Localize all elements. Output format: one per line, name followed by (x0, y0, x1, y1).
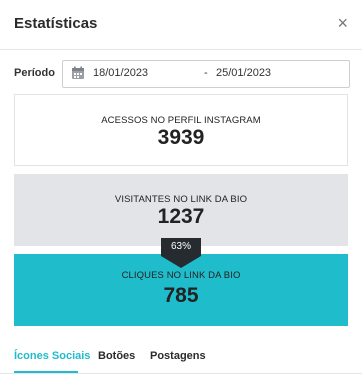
modal-title: Estatísticas (14, 15, 98, 32)
bio-clicks-label: CLIQUES NO LINK DA BIO (121, 270, 241, 281)
tab-social-icons[interactable]: Ícones Sociais (14, 350, 90, 362)
bio-visitors-card: VISITANTES NO LINK DA BIO 1237 (14, 174, 348, 246)
tab-divider (0, 373, 362, 374)
bio-clicks-value: 785 (163, 284, 199, 307)
bio-visitors-label: VISITANTES NO LINK DA BIO (114, 194, 248, 205)
date-range-input[interactable]: 18/01/2023 - 25/01/2023 (62, 60, 350, 88)
date-separator: - (204, 67, 208, 79)
profile-access-value: 3939 (157, 126, 205, 149)
calendar-icon (72, 66, 84, 79)
start-date[interactable]: 18/01/2023 (93, 67, 148, 79)
close-icon[interactable]: × (337, 13, 348, 33)
profile-access-card: ACESSOS NO PERFIL INSTAGRAM 3939 (14, 94, 348, 166)
tab-bar: Ícones Sociais Botões Postagens (0, 341, 362, 377)
period-filter: Período 18/01/2023 - 25/01/2023 (14, 60, 350, 88)
conversion-badge: 63% (161, 238, 201, 256)
bio-visitors-value: 1237 (157, 205, 205, 228)
profile-access-label: ACESSOS NO PERFIL INSTAGRAM (101, 115, 261, 126)
tab-buttons[interactable]: Botões (98, 350, 135, 362)
modal-header: Estatísticas × (0, 0, 362, 50)
period-label: Período (14, 67, 55, 79)
tab-posts[interactable]: Postagens (150, 350, 206, 362)
conversion-badge-arrow (161, 256, 201, 268)
end-date[interactable]: 25/01/2023 (216, 67, 271, 79)
